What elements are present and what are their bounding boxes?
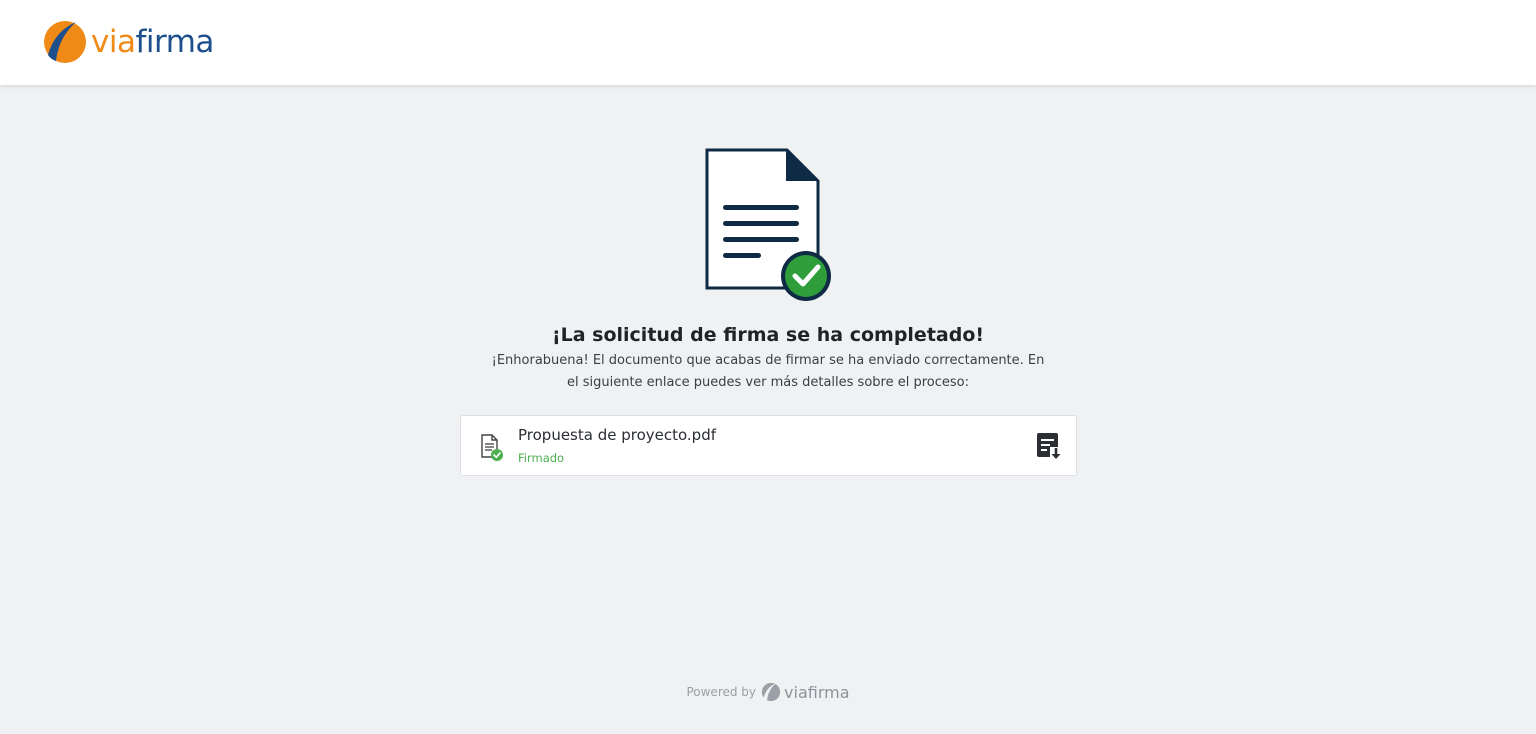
document-status: Firmado bbox=[518, 451, 565, 465]
app-header: viafirma bbox=[0, 0, 1536, 85]
viafirma-logo-mark bbox=[44, 21, 86, 63]
download-icon[interactable] bbox=[1035, 430, 1063, 462]
document-check-icon bbox=[700, 145, 836, 305]
document-name[interactable]: Propuesta de proyecto.pdf bbox=[518, 426, 716, 444]
viafirma-logo-text: viafirma bbox=[91, 24, 214, 60]
page-title: ¡La solicitud de firma se ha completado! bbox=[551, 324, 985, 346]
viafirma-logo[interactable]: viafirma bbox=[42, 19, 214, 65]
footer-logo-icon bbox=[761, 682, 781, 702]
signed-document-card[interactable]: Propuesta de proyecto.pdf Firmado bbox=[460, 415, 1077, 476]
footer: Powered by viafirma bbox=[0, 682, 1536, 702]
success-message: ¡Enhorabuena! El documento que acabas de… bbox=[491, 353, 1045, 390]
powered-by-label: Powered by bbox=[686, 685, 757, 699]
signed-file-icon bbox=[479, 433, 505, 461]
footer-brand[interactable]: viafirma bbox=[784, 683, 849, 702]
